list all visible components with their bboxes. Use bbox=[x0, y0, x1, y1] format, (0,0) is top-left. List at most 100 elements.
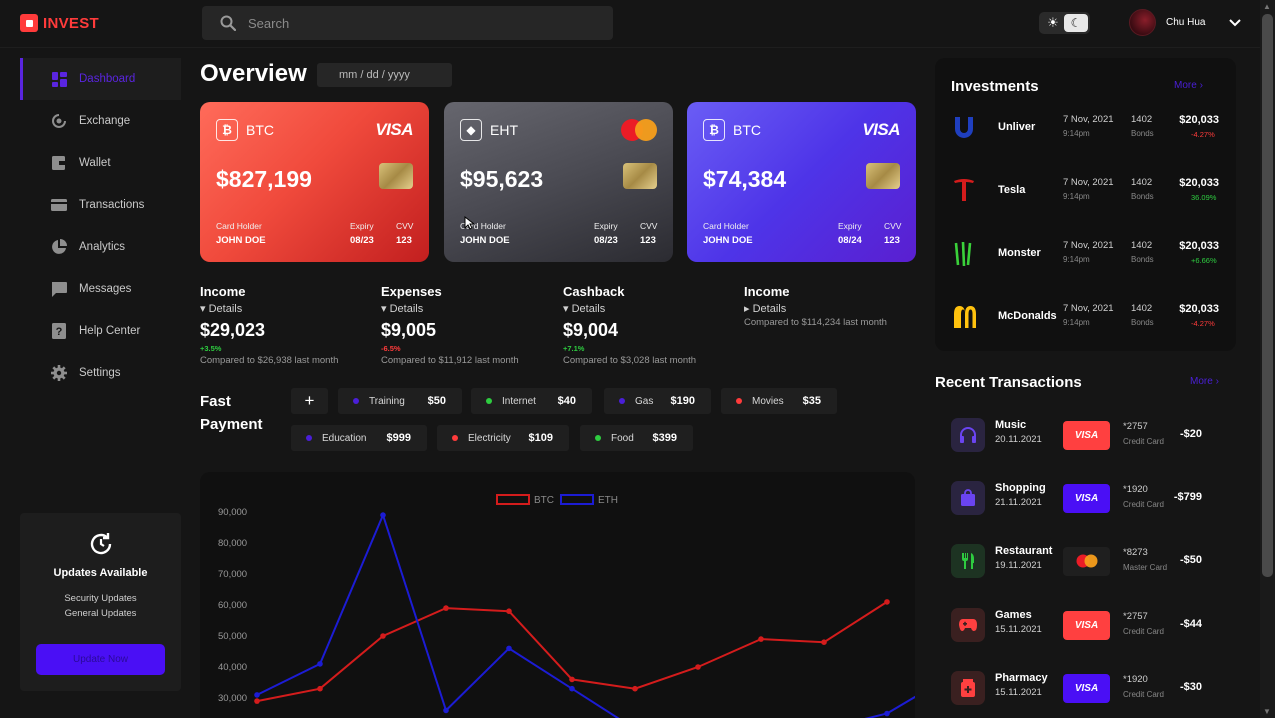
transaction-row[interactable]: Games 15.11.2021 VISA *2757 Credit Card … bbox=[935, 591, 1236, 654]
sidebar-item-transactions[interactable]: Transactions bbox=[20, 184, 181, 226]
transaction-row[interactable]: Music 20.11.2021 VISA *2757 Credit Card … bbox=[935, 401, 1236, 464]
add-payment-button[interactable]: + bbox=[291, 388, 328, 414]
data-point-btc bbox=[884, 599, 890, 605]
data-point-eth bbox=[317, 661, 323, 667]
details-toggle[interactable]: ▾ Details bbox=[200, 302, 338, 315]
transaction-amount: -$50 bbox=[1179, 554, 1202, 566]
sidebar-item-dashboard[interactable]: Dashboard bbox=[20, 58, 181, 100]
gear-icon bbox=[51, 365, 67, 381]
investment-amount: $20,033 bbox=[1179, 114, 1219, 126]
data-point-eth bbox=[506, 645, 512, 652]
payment-name: Movies bbox=[752, 395, 784, 407]
details-toggle[interactable]: ▾ Details bbox=[563, 302, 696, 315]
headphones-icon bbox=[951, 418, 985, 452]
investment-date: 7 Nov, 2021 bbox=[1063, 177, 1114, 188]
sidebar-item-exchange[interactable]: Exchange bbox=[20, 100, 181, 142]
sidebar-item-label: Analytics bbox=[79, 241, 126, 253]
scrollbar[interactable]: ▲ ▼ bbox=[1260, 0, 1275, 718]
y-tick-label: 60,000 bbox=[218, 600, 247, 611]
moon-icon[interactable]: ☾ bbox=[1064, 14, 1088, 32]
app-logo[interactable]: INVEST bbox=[20, 14, 99, 32]
avatar[interactable] bbox=[1129, 9, 1156, 36]
cvv-label: CVV bbox=[884, 221, 902, 231]
transaction-amount: -$44 bbox=[1179, 618, 1202, 630]
visa-card-icon: VISA bbox=[1063, 484, 1110, 513]
details-toggle[interactable]: ▾ Details bbox=[381, 302, 519, 315]
payment-value: $40 bbox=[557, 395, 576, 407]
investment-name: Unliver bbox=[998, 121, 1036, 133]
fork-knife-icon bbox=[951, 544, 985, 578]
btc-card-1[interactable]: ₿ BTC VISA $827,199 Card Holder JOHN DOE … bbox=[200, 102, 429, 262]
sidebar-item-analytics[interactable]: Analytics bbox=[20, 226, 181, 268]
transactions-more-link[interactable]: More › bbox=[1190, 376, 1219, 387]
cvv-label: CVV bbox=[640, 221, 658, 231]
fast-payment-title-line2: Payment bbox=[200, 416, 263, 433]
page-title: Overview bbox=[200, 60, 307, 87]
payment-chip-education[interactable]: Education $999 bbox=[291, 425, 427, 451]
investment-time: 9:14pm bbox=[1063, 318, 1090, 327]
monster-logo-icon bbox=[952, 241, 976, 267]
stat-title: Income bbox=[744, 284, 790, 299]
transaction-row[interactable]: Restaurant 19.11.2021 *8273 Master Card … bbox=[935, 527, 1236, 590]
search-input[interactable]: Search bbox=[248, 16, 289, 31]
sun-icon[interactable]: ☀ bbox=[1045, 15, 1061, 31]
sidebar-item-wallet[interactable]: Wallet bbox=[20, 142, 181, 184]
card-cvv: 123 bbox=[884, 235, 900, 246]
search-bar[interactable]: Search bbox=[202, 6, 613, 40]
sidebar-item-label: Exchange bbox=[79, 115, 131, 127]
scroll-up-icon[interactable]: ▲ bbox=[1263, 2, 1271, 11]
date-input[interactable]: mm / dd / yyyy bbox=[317, 63, 452, 87]
refresh-icon bbox=[88, 531, 114, 557]
sidebar-item-settings[interactable]: Settings bbox=[20, 352, 181, 394]
transaction-row[interactable]: Pharmacy 15.11.2021 VISA *1920 Credit Ca… bbox=[935, 654, 1236, 717]
wallet-icon bbox=[51, 155, 67, 171]
payment-chip-gas[interactable]: Gas $190 bbox=[604, 388, 711, 414]
payment-chip-food[interactable]: Food $399 bbox=[580, 425, 693, 451]
sidebar-item-help-center[interactable]: ? Help Center bbox=[20, 310, 181, 352]
sidebar-item-label: Messages bbox=[79, 283, 132, 295]
scrollbar-thumb[interactable] bbox=[1262, 14, 1273, 577]
payment-chip-movies[interactable]: Movies $35 bbox=[721, 388, 837, 414]
investment-row[interactable]: McDonalds 7 Nov, 2021 9:14pm 1402 Bonds … bbox=[935, 287, 1236, 350]
btc-card-2[interactable]: ₿ BTC VISA $74,384 Card Holder JOHN DOE E… bbox=[687, 102, 916, 262]
transaction-amount: -$799 bbox=[1173, 491, 1202, 503]
investment-row[interactable]: Tesla 7 Nov, 2021 9:14pm 1402 Bonds $20,… bbox=[935, 161, 1236, 224]
payment-name: Food bbox=[611, 432, 634, 444]
search-icon bbox=[220, 15, 236, 31]
card-holder-label: Card Holder bbox=[216, 221, 262, 231]
transaction-amount: -$20 bbox=[1179, 428, 1202, 440]
details-toggle[interactable]: ▸ Details bbox=[744, 302, 887, 315]
user-menu[interactable]: Chu Hua bbox=[1129, 9, 1242, 36]
investment-row[interactable]: Unliver 7 Nov, 2021 9:14pm 1402 Bonds $2… bbox=[935, 98, 1236, 161]
data-point-btc bbox=[632, 685, 638, 692]
theme-toggle[interactable]: ☀ ☾ bbox=[1039, 12, 1090, 34]
sidebar: Dashboard Exchange Wallet Transactions A… bbox=[20, 58, 181, 394]
card-chip-icon bbox=[379, 163, 413, 189]
payment-value: $999 bbox=[386, 432, 411, 444]
y-tick-label: 70,000 bbox=[218, 569, 247, 580]
card-type: Credit Card bbox=[1123, 500, 1164, 509]
mcdonalds-logo-icon bbox=[952, 304, 976, 330]
investments-more-link[interactable]: More › bbox=[1174, 80, 1203, 91]
investment-date: 7 Nov, 2021 bbox=[1063, 114, 1114, 125]
update-now-button[interactable]: Update Now bbox=[36, 644, 165, 675]
eth-card[interactable]: ◆ EHT $95,623 Card Holder JOHN DOE Expiry… bbox=[444, 102, 673, 262]
transaction-row[interactable]: Shopping 21.11.2021 VISA *1920 Credit Ca… bbox=[935, 464, 1236, 527]
investment-row[interactable]: Monster 7 Nov, 2021 9:14pm 1402 Bonds $2… bbox=[935, 224, 1236, 287]
scroll-down-icon[interactable]: ▼ bbox=[1263, 707, 1271, 716]
card-amount: $95,623 bbox=[460, 166, 544, 192]
payment-chip-training[interactable]: Training $50 bbox=[338, 388, 462, 414]
investment-time: 9:14pm bbox=[1063, 129, 1090, 138]
data-point-btc bbox=[254, 698, 260, 704]
sidebar-item-messages[interactable]: Messages bbox=[20, 268, 181, 310]
payment-name: Electricity bbox=[468, 432, 511, 444]
chevron-down-icon[interactable] bbox=[1229, 16, 1242, 30]
investments-panel: Investments More › Unliver 7 Nov, 2021 9… bbox=[935, 58, 1236, 351]
data-point-eth bbox=[380, 512, 386, 518]
payment-chip-electricity[interactable]: Electricity $109 bbox=[437, 425, 569, 451]
visa-card-icon: VISA bbox=[1063, 611, 1110, 640]
logo-icon bbox=[20, 14, 38, 32]
payment-chip-internet[interactable]: Internet $40 bbox=[471, 388, 592, 414]
transaction-date: 15.11.2021 bbox=[995, 687, 1042, 698]
payment-value: $50 bbox=[427, 395, 446, 407]
